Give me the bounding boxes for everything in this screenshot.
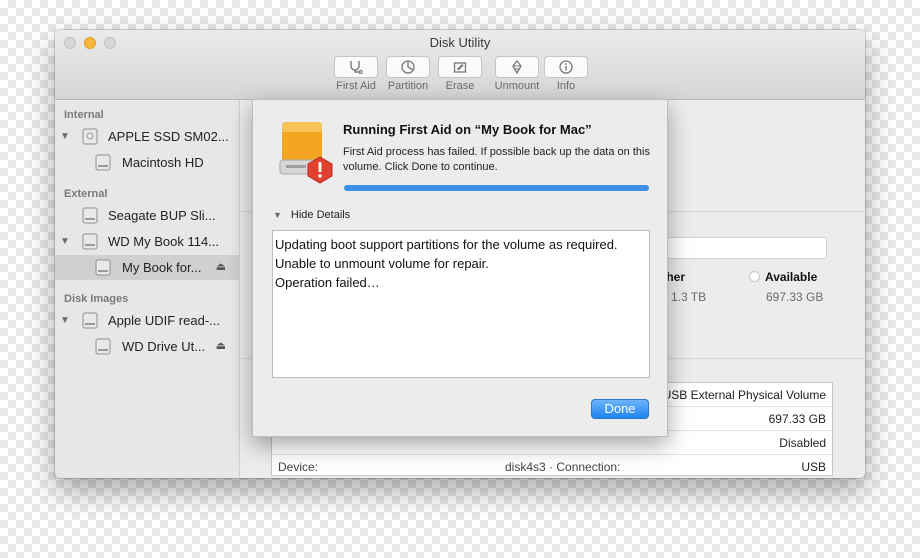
disclosure-triangle-icon[interactable]: ▼ (60, 131, 70, 142)
hide-details-toggle[interactable]: ▼ Hide Details (273, 209, 350, 221)
log-line: Unable to unmount volume for repair. (275, 256, 489, 271)
sidebar-item-label: Apple UDIF read-... (108, 313, 220, 328)
info-mid: disk4s3 · Connection: (505, 460, 621, 474)
info-label: Info (556, 80, 576, 92)
erase-label: Erase (445, 80, 475, 92)
log-line: Updating boot support partitions for the… (275, 237, 618, 252)
info-button[interactable]: Info (541, 56, 591, 92)
volume-icon (95, 259, 111, 276)
drive-icon (82, 233, 98, 250)
unmount-icon (512, 60, 522, 74)
sidebar-item-macintosh-hd[interactable]: Macintosh HD (55, 150, 240, 175)
sidebar-item-wd-drive-utilities[interactable]: WD Drive Ut... ⏏ (55, 334, 240, 359)
drive-icon (82, 207, 98, 224)
legend-available-value: 697.33 GB (766, 290, 824, 304)
available-dot-icon (749, 271, 760, 282)
eraser-icon (453, 62, 467, 73)
pie-icon (401, 60, 415, 74)
unmount-button[interactable]: Unmount (487, 56, 547, 92)
info-value: 697.33 GB (768, 412, 826, 426)
first-aid-dialog: Running First Aid on “My Book for Mac” F… (252, 99, 668, 437)
hide-details-label: Hide Details (290, 209, 351, 221)
partition-button[interactable]: Partition (383, 56, 433, 92)
legend-label: Available (765, 270, 818, 284)
progress-fill (344, 185, 649, 191)
first-aid-button[interactable]: First Aid (331, 56, 381, 92)
dialog-message: First Aid process has failed. If possibl… (343, 146, 650, 173)
sidebar-section-disk-images: Disk Images (64, 293, 129, 305)
done-button[interactable]: Done (591, 399, 649, 419)
eject-icon[interactable]: ⏏ (216, 339, 226, 352)
sidebar-item-label: WD Drive Ut... (122, 339, 206, 354)
volume-icon (95, 338, 111, 355)
external-drive-warning-icon (279, 122, 333, 184)
sidebar-item-label: Macintosh HD (122, 155, 204, 170)
disk-image-icon (82, 312, 98, 329)
title-bar: Disk Utility First Aid Partition Erase U… (55, 30, 865, 100)
info-value: Disabled (779, 436, 826, 450)
erase-button[interactable]: Erase (435, 56, 485, 92)
legend-other-value: 1.3 TB (671, 290, 707, 304)
sidebar-item-wd-my-book[interactable]: ▼ WD My Book 114... (55, 229, 240, 254)
sidebar-item-label: WD My Book 114... (108, 234, 220, 249)
dialog-title: Running First Aid on “My Book for Mac” (343, 122, 592, 137)
sidebar-item-apple-ssd[interactable]: ▼ APPLE SSD SM02... (55, 124, 240, 149)
sidebar-item-seagate[interactable]: Seagate BUP Sli... (55, 203, 240, 228)
disclosure-triangle-icon[interactable]: ▼ (60, 236, 70, 247)
sidebar-section-internal: Internal (64, 109, 104, 121)
sidebar-section-external: External (64, 188, 108, 200)
eject-icon[interactable]: ⏏ (216, 260, 226, 273)
table-row: Device: disk4s3 · Connection: USB (272, 455, 832, 478)
info-icon (559, 60, 573, 74)
sidebar-item-label: My Book for... (122, 260, 202, 275)
info-value: USB External Physical Volume (662, 388, 826, 402)
partition-label: Partition (387, 80, 429, 92)
info-key: Device: (278, 460, 319, 474)
window-title: Disk Utility (429, 35, 491, 50)
disclosure-triangle-icon[interactable]: ▼ (60, 315, 70, 326)
details-log[interactable]: Updating boot support partitions for the… (272, 230, 650, 378)
sidebar: Internal ▼ APPLE SSD SM02... Macintosh H… (55, 100, 240, 478)
sidebar-item-my-book-for-mac[interactable]: My Book for... ⏏ (55, 255, 240, 280)
volume-icon (95, 154, 111, 171)
sidebar-item-apple-udif[interactable]: ▼ Apple UDIF read-... (55, 308, 240, 333)
progress-bar (344, 185, 649, 191)
disclosure-triangle-icon[interactable]: ▼ (273, 210, 282, 220)
first-aid-label: First Aid (336, 80, 376, 92)
unmount-label: Unmount (494, 80, 540, 92)
sidebar-item-label: Seagate BUP Sli... (108, 208, 216, 223)
log-line: Operation failed… (275, 275, 380, 290)
sidebar-item-label: APPLE SSD SM02... (108, 129, 229, 144)
drive-icon (82, 128, 98, 145)
info-value: USB (801, 460, 826, 474)
stethoscope-icon (350, 61, 363, 74)
legend-available: Available (749, 270, 817, 284)
